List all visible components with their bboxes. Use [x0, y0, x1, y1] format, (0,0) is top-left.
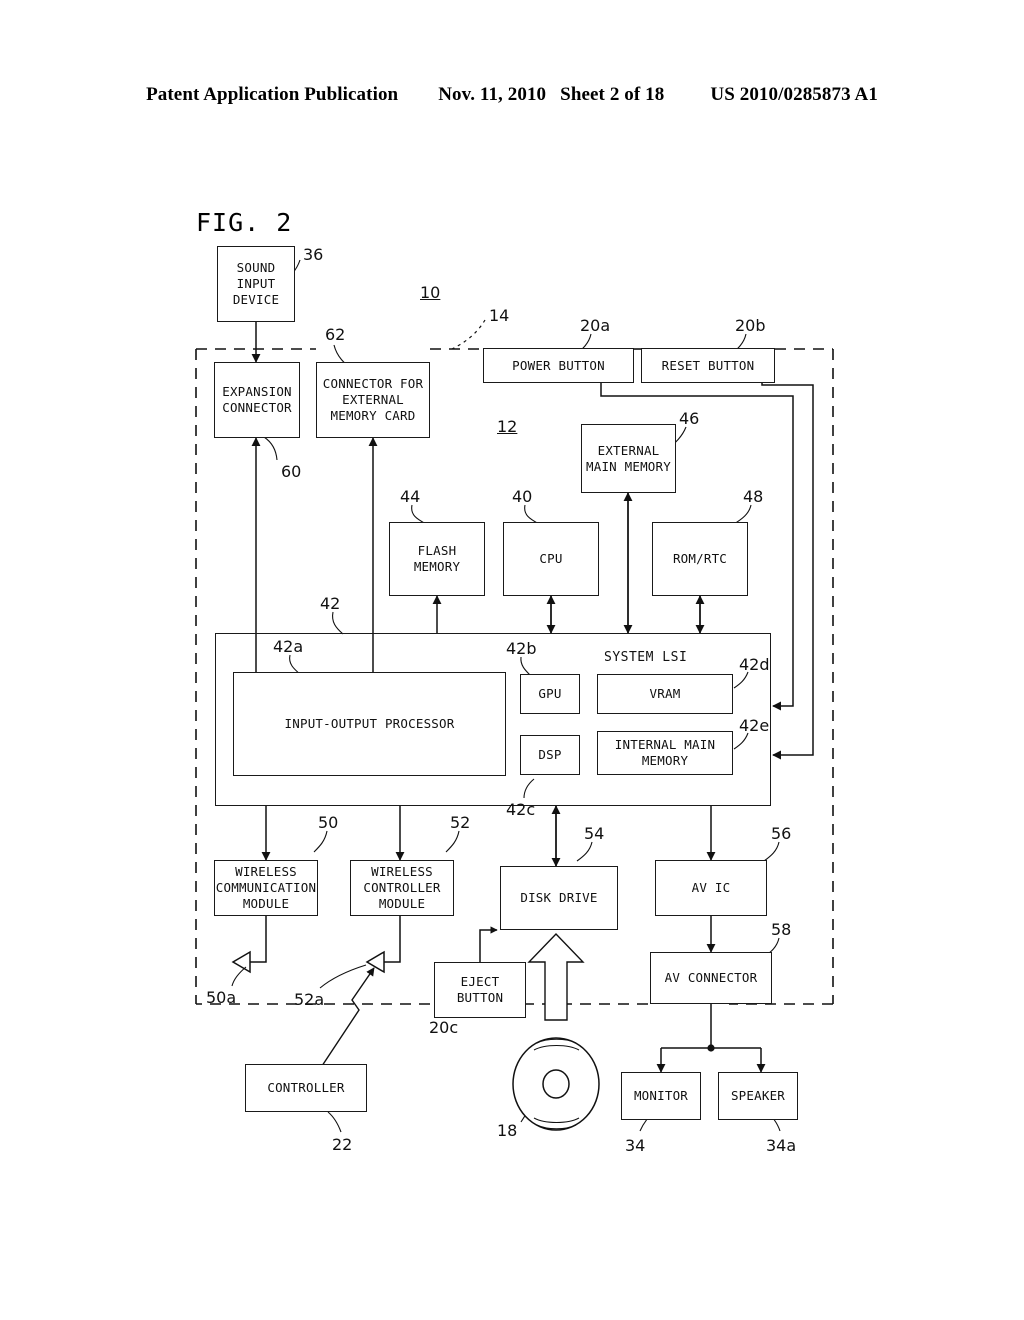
- ref-numeral-42: 42: [320, 594, 341, 613]
- ref-numeral-34a: 34a: [766, 1136, 797, 1155]
- block-dsp: DSP: [520, 735, 580, 775]
- ref-numeral-62: 62: [325, 325, 346, 344]
- ref-numeral-52: 52: [450, 813, 471, 832]
- block-monitor: MONITOR: [621, 1072, 701, 1120]
- block-label-av-connector: AV CONNECTOR: [664, 970, 758, 985]
- block-cpu: CPU: [503, 522, 599, 596]
- ref-numeral-12: 12: [497, 417, 518, 436]
- block-label-speaker: SPEAKER: [730, 1088, 786, 1103]
- ref-numeral-18: 18: [497, 1121, 518, 1140]
- block-label-internal-main-memory: INTERNAL MAIN MEMORY: [614, 737, 716, 768]
- ref-numeral-50: 50: [318, 813, 339, 832]
- block-reset-button[interactable]: RESET BUTTON: [641, 348, 775, 383]
- block-flash-memory: FLASH MEMORY: [389, 522, 485, 596]
- block-label-system-lsi: SYSTEM LSI: [604, 650, 688, 665]
- block-label-disk-drive: DISK DRIVE: [520, 890, 598, 905]
- block-label-expansion-connector: EXPANSION CONNECTOR: [222, 384, 292, 415]
- block-av-connector: AV CONNECTOR: [650, 952, 772, 1004]
- ref-numeral-42c: 42c: [506, 800, 536, 819]
- ref-numeral-52a: 52a: [294, 990, 325, 1009]
- figure-label: FIG. 2: [196, 208, 293, 237]
- block-label-sound-input-device: SOUND INPUT DEVICE: [232, 260, 280, 307]
- ref-numeral-48: 48: [743, 487, 764, 506]
- ref-numeral-20b: 20b: [735, 316, 766, 335]
- ref-numeral-40: 40: [512, 487, 533, 506]
- ref-numeral-14: 14: [489, 306, 510, 325]
- ref-numeral-42a: 42a: [273, 637, 304, 656]
- block-vram: VRAM: [597, 674, 733, 714]
- block-connector-for-external-memory-card: CONNECTOR FOR EXTERNAL MEMORY CARD: [316, 362, 430, 438]
- block-speaker: SPEAKER: [718, 1072, 798, 1120]
- block-wireless-communication-module: WIRELESS COMMUNICATION MODULE: [214, 860, 318, 916]
- block-sound-input-device: SOUND INPUT DEVICE: [217, 246, 295, 322]
- ref-numeral-54: 54: [584, 824, 605, 843]
- block-label-wireless-controller-module: WIRELESS CONTROLLER MODULE: [363, 864, 441, 911]
- block-label-gpu: GPU: [538, 686, 562, 701]
- block-label-wireless-communication-module: WIRELESS COMMUNICATION MODULE: [215, 864, 317, 911]
- block-controller: CONTROLLER: [245, 1064, 367, 1112]
- block-expansion-connector: EXPANSION CONNECTOR: [214, 362, 300, 438]
- block-label-av-ic: AV IC: [691, 880, 731, 895]
- block-disk-drive: DISK DRIVE: [500, 866, 618, 930]
- block-eject-button[interactable]: EJECT BUTTON: [434, 962, 526, 1018]
- ref-numeral-42b: 42b: [506, 639, 537, 658]
- block-label-vram: VRAM: [649, 686, 681, 701]
- block-label-controller: CONTROLLER: [267, 1080, 345, 1095]
- block-gpu: GPU: [520, 674, 580, 714]
- ref-numeral-10: 10: [420, 283, 441, 302]
- block-power-button[interactable]: POWER BUTTON: [483, 348, 634, 383]
- block-internal-main-memory: INTERNAL MAIN MEMORY: [597, 731, 733, 775]
- block-wireless-controller-module: WIRELESS CONTROLLER MODULE: [350, 860, 454, 916]
- block-label-reset-button: RESET BUTTON: [661, 357, 755, 373]
- block-label-eject-button: EJECT BUTTON: [456, 974, 504, 1005]
- block-rom-rtc: ROM/RTC: [652, 522, 748, 596]
- block-label-connector-for-external-memory-card: CONNECTOR FOR EXTERNAL MEMORY CARD: [322, 376, 424, 423]
- ref-numeral-60: 60: [281, 462, 302, 481]
- ref-numeral-58: 58: [771, 920, 792, 939]
- ref-numeral-50a: 50a: [206, 988, 237, 1007]
- block-label-power-button: POWER BUTTON: [512, 357, 605, 373]
- ref-numeral-44: 44: [400, 487, 421, 506]
- ref-numeral-34: 34: [625, 1136, 646, 1155]
- block-label-rom-rtc: ROM/RTC: [672, 551, 728, 566]
- ref-numeral-22: 22: [332, 1135, 353, 1154]
- block-label-flash-memory: FLASH MEMORY: [413, 543, 461, 574]
- ref-numeral-20a: 20a: [580, 316, 611, 335]
- block-av-ic: AV IC: [655, 860, 767, 916]
- block-external-main-memory: EXTERNAL MAIN MEMORY: [581, 424, 676, 493]
- ref-numeral-20c: 20c: [429, 1018, 459, 1037]
- ref-numeral-46: 46: [679, 409, 700, 428]
- ref-numeral-56: 56: [771, 824, 792, 843]
- block-label-monitor: MONITOR: [633, 1088, 689, 1103]
- block-input-output-processor: INPUT-OUTPUT PROCESSOR: [233, 672, 506, 776]
- ref-numeral-36: 36: [303, 245, 324, 264]
- block-label-external-main-memory: EXTERNAL MAIN MEMORY: [586, 442, 671, 474]
- block-label-dsp: DSP: [538, 747, 562, 762]
- ref-numeral-42e: 42e: [739, 716, 770, 735]
- figure-2-block-diagram: FIG. 2 SOUND INPUT DEVICE EXPANSION CONN…: [0, 0, 1024, 1320]
- ref-numeral-42d: 42d: [739, 655, 770, 674]
- block-label-input-output-processor: INPUT-OUTPUT PROCESSOR: [284, 716, 455, 731]
- block-label-cpu: CPU: [539, 551, 563, 566]
